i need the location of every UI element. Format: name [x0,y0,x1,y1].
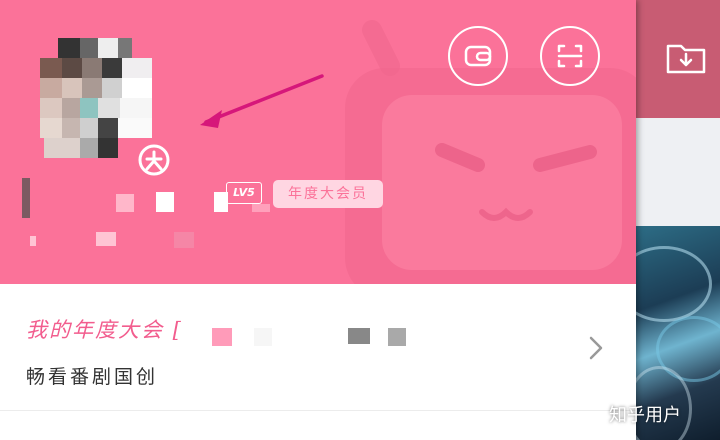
vip-badge[interactable]: 年度大会员 [273,180,383,208]
promo-subtitle: 畅看番剧国创 [26,366,159,388]
vip-promo-card[interactable]: 我的年度大会 [ 畅看番剧国创 [0,284,636,410]
promo-title: 我的年度大会 [ [26,318,183,342]
avatar[interactable] [22,28,170,218]
chevron-right-icon [589,336,603,360]
profile-header: LV5 年度大会员 [0,0,636,284]
download-folder-icon[interactable] [666,40,706,74]
annotation-arrow [200,74,324,128]
user-stats-redacted [10,228,210,252]
side-drawer: LV5 年度大会员 我的年度大会 [ 畅看番剧国创 [0,0,636,440]
scan-button[interactable] [540,26,600,86]
background-card: 7 [636,118,720,282]
verified-badge-icon [138,144,170,176]
wallet-icon [464,45,492,67]
wallet-button[interactable] [448,26,508,86]
background-header [636,0,720,118]
menu-list-start [0,411,636,440]
source-watermark: 知乎用户 [609,405,681,426]
level-badge: LV5 [226,182,262,204]
scan-icon [557,44,583,68]
background-content: 7 [636,0,720,440]
